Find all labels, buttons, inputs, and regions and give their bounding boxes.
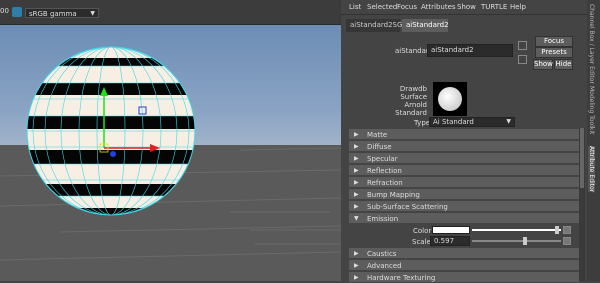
section-refraction[interactable]: ▶ Refraction xyxy=(349,177,579,188)
emission-color-label: Color xyxy=(413,227,432,235)
type-dropdown[interactable]: Ai Standard ▼ xyxy=(429,117,515,127)
emission-scale-field[interactable]: 0.597 xyxy=(430,236,470,246)
section-label: Diffuse xyxy=(367,143,392,151)
section-label: Caustics xyxy=(367,250,397,258)
swatch-caption-line: Standard xyxy=(395,109,427,117)
tab-aistandard2sg[interactable]: aiStandard2SG xyxy=(346,19,402,32)
attribute-scrollbar[interactable] xyxy=(579,128,585,281)
collapsed-arrow-icon: ▶ xyxy=(354,191,359,198)
side-tab-attribute-editor[interactable]: Attribute Editor xyxy=(588,146,595,193)
swatch-caption-line: Drawdb xyxy=(399,85,427,93)
section-diffuse[interactable]: ▶ Diffuse xyxy=(349,141,579,152)
section-sub-surface-scattering[interactable]: ▶ Sub-Surface Scattering xyxy=(349,201,579,212)
material-swatch[interactable] xyxy=(433,82,467,116)
section-label: Bump Mapping xyxy=(367,191,420,199)
scrollbar-thumb[interactable] xyxy=(580,128,584,188)
section-specular[interactable]: ▶ Specular xyxy=(349,153,579,164)
emission-color-slider[interactable] xyxy=(472,229,561,231)
section-label: Reflection xyxy=(367,167,402,175)
section-label: Emission xyxy=(367,215,399,223)
collapsed-arrow-icon: ▶ xyxy=(354,155,359,162)
node-name-field[interactable]: aiStandard2 xyxy=(427,44,513,57)
collapsed-arrow-icon: ▶ xyxy=(354,143,359,150)
z-axis-handle xyxy=(110,151,116,157)
attribute-editor: List Selected Focus Attributes Show TURT… xyxy=(341,0,600,283)
side-tab-modeling-toolkit[interactable]: Modeling Toolkit xyxy=(588,86,595,134)
collapsed-arrow-icon: ▶ xyxy=(354,250,359,257)
emission-scale-label: Scale xyxy=(412,238,431,246)
emission-color-swatch[interactable] xyxy=(432,226,470,234)
attribute-menubar: List Selected Focus Attributes Show TURT… xyxy=(341,0,600,15)
map-button-icon[interactable] xyxy=(563,226,571,234)
viewport-panel[interactable]: 00 sRGB gamma ▼ xyxy=(0,0,341,281)
hide-button[interactable]: Hide xyxy=(554,59,573,70)
menu-list[interactable]: List xyxy=(349,3,361,11)
menu-turtle[interactable]: TURTLE xyxy=(481,3,507,11)
viewport-scene[interactable] xyxy=(0,0,341,281)
menu-selected[interactable]: Selected xyxy=(367,3,397,11)
section-caustics[interactable]: ▶ Caustics xyxy=(349,248,579,259)
go-to-input-icon[interactable] xyxy=(518,41,527,50)
side-tab-channel-box[interactable]: Channel Box / Layer Editor xyxy=(588,4,595,84)
side-tab-strip: Channel Box / Layer Editor Modeling Tool… xyxy=(587,0,600,281)
swatch-sphere-icon xyxy=(438,87,462,111)
menu-attributes[interactable]: Attributes xyxy=(421,3,456,11)
menu-focus[interactable]: Focus xyxy=(397,3,417,11)
map-button-icon[interactable] xyxy=(563,237,571,245)
collapsed-arrow-icon: ▶ xyxy=(354,131,359,138)
type-value: Ai Standard xyxy=(433,118,474,126)
swatch-caption: Drawdb Surface Arnold Standard xyxy=(381,85,427,117)
swatch-caption-line: Arnold xyxy=(404,101,427,109)
swatch-caption-line: Surface xyxy=(400,93,427,101)
emission-color-slider-handle[interactable] xyxy=(555,226,559,234)
collapsed-arrow-icon: ▶ xyxy=(354,262,359,269)
menu-show[interactable]: Show xyxy=(457,3,476,11)
collapsed-arrow-icon: ▶ xyxy=(354,167,359,174)
menu-help[interactable]: Help xyxy=(510,3,526,11)
section-hardware-texturing[interactable]: ▶ Hardware Texturing xyxy=(349,272,579,283)
expanded-arrow-icon: ▼ xyxy=(354,215,359,222)
section-label: Specular xyxy=(367,155,398,163)
section-matte[interactable]: ▶ Matte xyxy=(349,129,579,140)
tab-aistandard2[interactable]: aiStandard2 xyxy=(402,19,449,32)
collapsed-arrow-icon: ▶ xyxy=(354,179,359,186)
section-reflection[interactable]: ▶ Reflection xyxy=(349,165,579,176)
emission-scale-slider[interactable] xyxy=(472,240,561,242)
section-bump-mapping[interactable]: ▶ Bump Mapping xyxy=(349,189,579,200)
collapsed-arrow-icon: ▶ xyxy=(354,203,359,210)
go-to-output-icon[interactable] xyxy=(518,55,527,64)
chevron-down-icon: ▼ xyxy=(506,118,511,125)
section-emission[interactable]: ▼ Emission xyxy=(349,213,579,224)
focus-button[interactable]: Focus xyxy=(535,36,573,47)
emission-scale-slider-handle[interactable] xyxy=(523,237,528,245)
section-label: Advanced xyxy=(367,262,402,270)
section-advanced[interactable]: ▶ Advanced xyxy=(349,260,579,271)
show-button[interactable]: Show xyxy=(533,59,553,70)
section-label: Matte xyxy=(367,131,388,139)
type-label: Type xyxy=(414,119,431,127)
presets-button[interactable]: Presets xyxy=(535,47,573,58)
section-label: Sub-Surface Scattering xyxy=(367,203,448,211)
collapsed-arrow-icon: ▶ xyxy=(354,274,359,281)
section-label: Refraction xyxy=(367,179,403,187)
